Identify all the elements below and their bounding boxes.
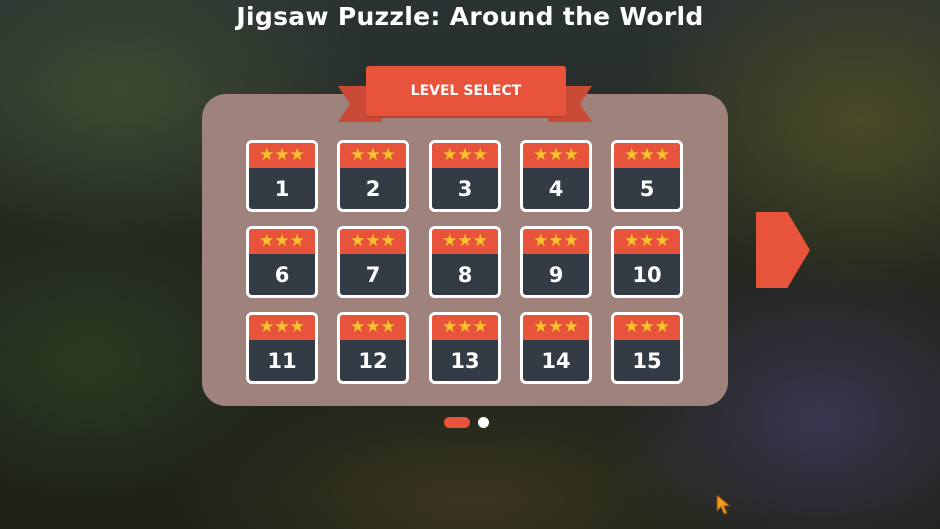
level-number: 2 [365, 176, 381, 201]
level-number: 15 [632, 348, 662, 373]
level-tile-8[interactable]: ★★★ 8 [429, 226, 501, 298]
star-icon: ★★★ [523, 315, 589, 340]
level-tile-9[interactable]: ★★★ 9 [520, 226, 592, 298]
level-tile-12[interactable]: ★★★ 12 [337, 312, 409, 384]
star-icon: ★★★ [249, 229, 315, 254]
star-icon: ★★★ [432, 315, 498, 340]
level-tile-15[interactable]: ★★★ 15 [611, 312, 683, 384]
star-icon: ★★★ [523, 143, 589, 168]
level-tile-6[interactable]: ★★★ 6 [246, 226, 318, 298]
level-number: 5 [639, 176, 655, 201]
level-tile-4[interactable]: ★★★ 4 [520, 140, 592, 212]
star-icon: ★★★ [340, 143, 406, 168]
star-icon: ★★★ [614, 143, 680, 168]
level-number: 7 [365, 262, 381, 287]
level-tile-7[interactable]: ★★★ 7 [337, 226, 409, 298]
star-icon: ★★★ [340, 315, 406, 340]
level-number: 13 [450, 348, 480, 373]
level-tile-11[interactable]: ★★★ 11 [246, 312, 318, 384]
level-number: 1 [274, 176, 290, 201]
level-tile-1[interactable]: ★★★ 1 [246, 140, 318, 212]
next-page-arrow-icon[interactable] [756, 212, 810, 288]
star-icon: ★★★ [249, 143, 315, 168]
level-number: 9 [548, 262, 564, 287]
star-icon: ★★★ [614, 229, 680, 254]
level-number: 3 [457, 176, 473, 201]
level-tile-2[interactable]: ★★★ 2 [337, 140, 409, 212]
star-icon: ★★★ [614, 315, 680, 340]
star-icon: ★★★ [432, 229, 498, 254]
page-indicator-1-active[interactable] [444, 417, 470, 428]
level-number: 10 [632, 262, 662, 287]
level-tile-5[interactable]: ★★★ 5 [611, 140, 683, 212]
star-icon: ★★★ [249, 315, 315, 340]
level-tile-10[interactable]: ★★★ 10 [611, 226, 683, 298]
level-number: 11 [267, 348, 297, 373]
level-number: 8 [457, 262, 473, 287]
star-icon: ★★★ [432, 143, 498, 168]
game-title: Jigsaw Puzzle: Around the World [236, 2, 704, 31]
level-number: 12 [358, 348, 388, 373]
level-select-heading: LEVEL SELECT [410, 83, 522, 99]
level-number: 14 [541, 348, 571, 373]
mouse-cursor-icon [716, 494, 732, 515]
star-icon: ★★★ [340, 229, 406, 254]
level-tile-3[interactable]: ★★★ 3 [429, 140, 501, 212]
level-number: 4 [548, 176, 564, 201]
level-number: 6 [274, 262, 290, 287]
level-tile-13[interactable]: ★★★ 13 [429, 312, 501, 384]
level-select-banner: LEVEL SELECT [366, 66, 566, 116]
level-tile-14[interactable]: ★★★ 14 [520, 312, 592, 384]
star-icon: ★★★ [523, 229, 589, 254]
page-indicator-2[interactable] [478, 417, 489, 428]
